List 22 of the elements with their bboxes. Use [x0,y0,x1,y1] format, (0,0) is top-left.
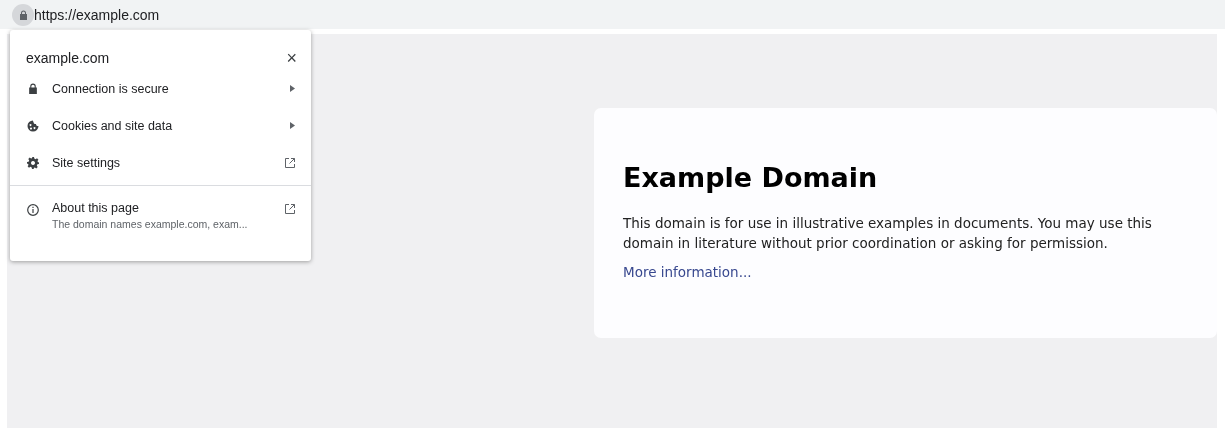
about-description: The domain names example.com, exam... [52,218,249,230]
url-text[interactable]: https://example.com [34,6,160,23]
popup-menu-item[interactable]: Site settings [10,144,311,181]
popup-menu-item[interactable]: Cookies and site data [10,107,311,144]
page-heading: Example Domain [623,162,879,193]
info-icon [27,204,39,216]
more-information-link[interactable]: More information... [623,264,752,280]
external-link-icon [285,157,295,168]
gear-icon [27,156,39,169]
expand-arrow-icon [290,122,295,129]
popup-title: example.com [26,50,110,66]
lock-icon [27,83,39,94]
page-paragraph: This domain is for use in illustrative examples in documents. You may use this domain in literature without prior coordination or asking for permission. [623,214,1153,253]
close-button[interactable]: × [286,49,297,67]
about-page-item[interactable]: About this page The domain names example.com, exam... [10,186,311,230]
external-link-icon [285,204,295,214]
expand-arrow-icon [290,85,295,92]
popup-menu-item[interactable]: Connection is secure [10,70,311,107]
lock-icon [18,9,28,20]
cookie-icon [27,119,39,132]
about-label: About this page [52,201,140,215]
site-info-button[interactable] [12,3,34,26]
